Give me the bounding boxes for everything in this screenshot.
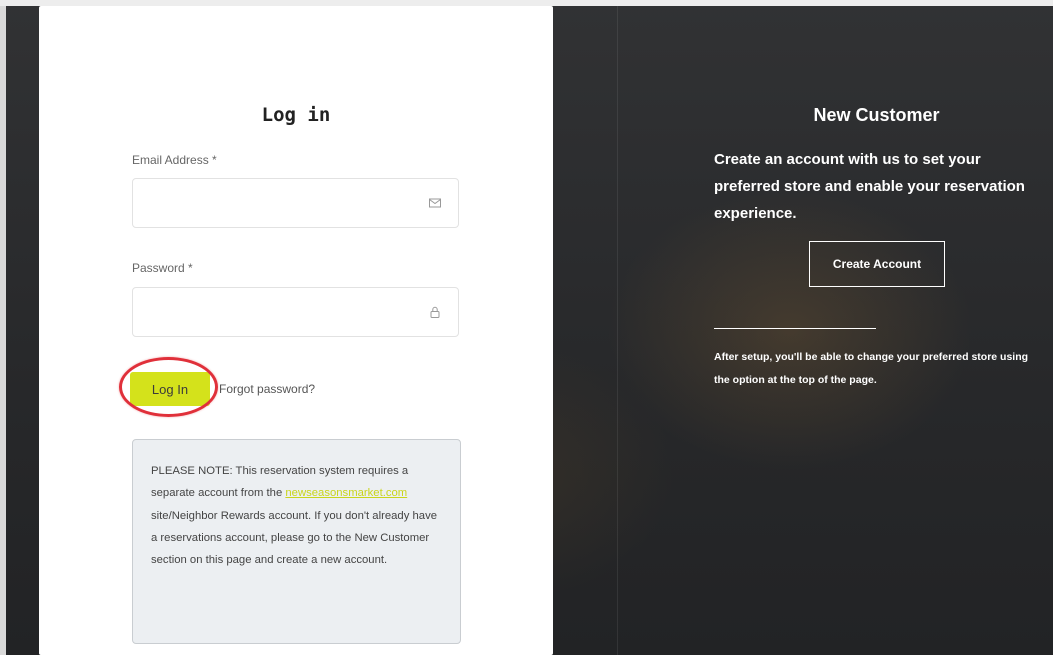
new-customer-title: New Customer xyxy=(813,105,940,125)
note-box: PLEASE NOTE: This reservation system req… xyxy=(132,439,461,644)
password-field[interactable] xyxy=(133,288,437,334)
email-field[interactable] xyxy=(133,179,437,225)
divider xyxy=(714,328,876,329)
login-title: Log in xyxy=(261,104,331,126)
login-button[interactable]: Log In xyxy=(130,372,210,406)
password-label: Password * xyxy=(132,261,193,275)
envelope-icon xyxy=(429,198,441,208)
email-field-wrapper xyxy=(132,178,459,228)
password-field-wrapper xyxy=(132,287,459,337)
lock-icon xyxy=(430,306,440,318)
after-setup-text: After setup, you'll be able to change yo… xyxy=(714,351,1029,386)
email-label: Email Address * xyxy=(132,153,217,167)
new-customer-description: Create an account with us to set your pr… xyxy=(714,151,1025,222)
create-account-button[interactable]: Create Account xyxy=(809,241,945,287)
panel-divider xyxy=(617,6,618,655)
login-card: Log in Email Address * Password * Log In… xyxy=(39,6,553,655)
newseasonsmarket-link[interactable]: newseasonsmarket.com xyxy=(285,487,407,499)
left-edge xyxy=(0,6,6,655)
note-text-end: site/Neighbor Rewards account. If you do… xyxy=(151,509,437,567)
forgot-password-link[interactable]: Forgot password? xyxy=(219,382,315,396)
